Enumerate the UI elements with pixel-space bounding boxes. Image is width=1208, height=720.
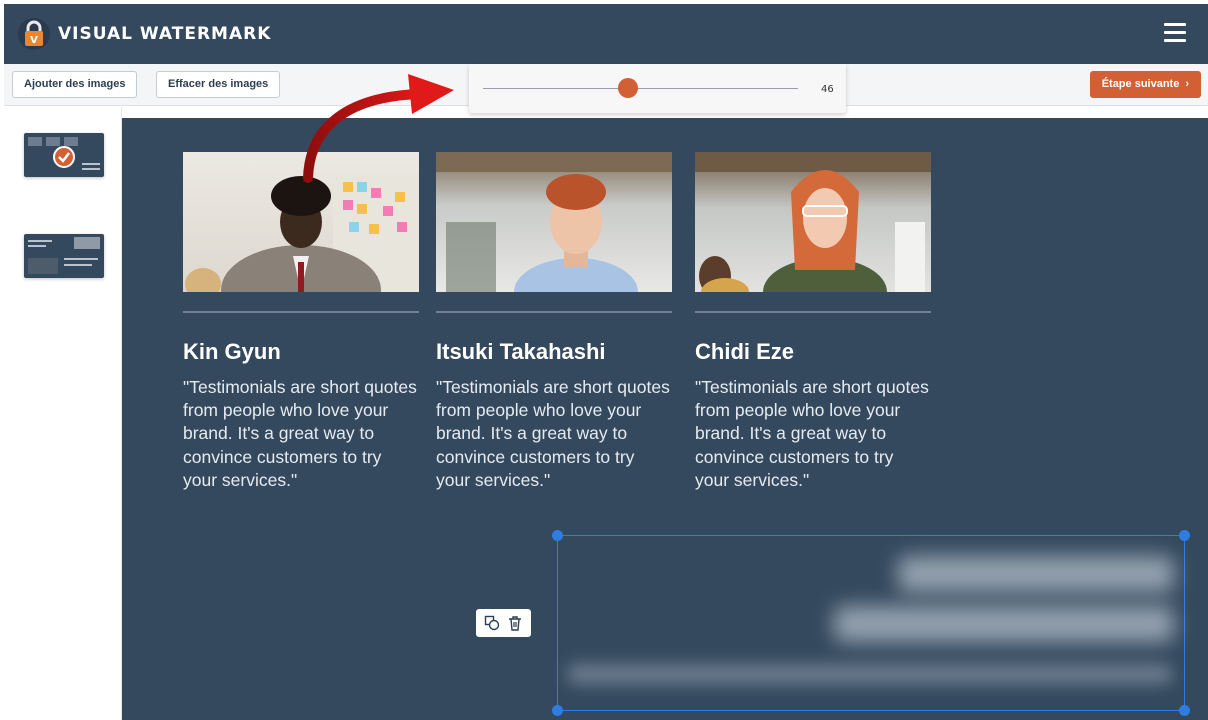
trash-icon[interactable] [505,613,525,633]
testimonial-card: Kin Gyun "Testimonials are short quotes … [183,152,419,492]
person-name: Chidi Eze [695,339,795,364]
logo: V VISUAL WATERMARK [18,18,271,50]
slider-value: 46 [821,84,834,95]
object-toolbar [476,609,531,637]
watermark-selection-box[interactable] [552,530,1190,716]
card-divider [436,311,672,313]
checkmark-icon [53,146,75,168]
resize-handle-bottom-left[interactable] [552,705,563,716]
person-name: Itsuki Takahashi [436,339,606,364]
duplicate-icon[interactable] [482,613,502,633]
slider-thumb[interactable] [617,78,638,98]
resize-handle-bottom-right[interactable] [1179,705,1190,716]
blurred-body-line [568,664,1172,684]
testimonial-quote: "Testimonials are short quotes from peop… [183,377,417,490]
resize-handle-top-right[interactable] [1179,530,1190,541]
padlock-icon: V [18,18,50,50]
person-photo [695,152,931,292]
hamburger-icon[interactable] [1164,23,1186,43]
card-divider [183,311,419,313]
editor-canvas[interactable]: Kin Gyun "Testimonials are short quotes … [122,118,1208,720]
blurred-heading-line [834,606,1174,642]
app-title: VISUAL WATERMARK [58,24,272,44]
slider-track[interactable] [483,88,798,89]
testimonial-card: Chidi Eze "Testimonials are short quotes… [695,152,931,492]
testimonial-quote: "Testimonials are short quotes from peop… [436,377,670,490]
next-step-label: Étape suivante [1101,78,1180,90]
testimonial-card: Itsuki Takahashi "Testimonials are short… [436,152,672,492]
testimonial-quote: "Testimonials are short quotes from peop… [695,377,929,490]
opacity-slider-popup: 46 [469,64,846,113]
add-images-button[interactable]: Ajouter des images [12,71,138,98]
svg-text:V: V [30,35,38,46]
card-divider [695,311,931,313]
chevron-right-icon: › [1185,78,1189,90]
person-name: Kin Gyun [183,339,281,364]
image-sidebar [4,107,122,720]
blurred-heading-line [898,556,1174,592]
next-step-button[interactable]: Étape suivante › [1089,71,1201,98]
app-header: V VISUAL WATERMARK [4,4,1208,64]
image-thumbnail[interactable] [24,133,104,177]
red-arrow-annotation [303,74,454,183]
person-photo [436,152,672,292]
clear-images-button[interactable]: Effacer des images [156,71,281,98]
resize-handle-top-left[interactable] [552,530,563,541]
image-thumbnail[interactable] [24,234,104,278]
